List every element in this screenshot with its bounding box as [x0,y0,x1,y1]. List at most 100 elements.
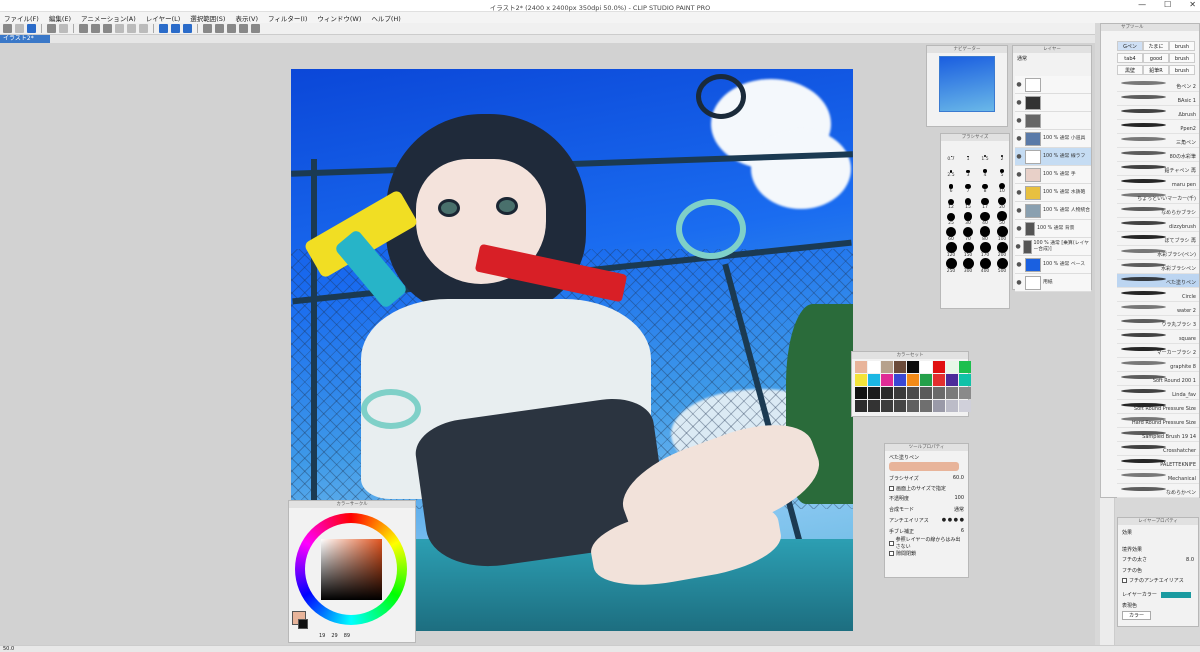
brush-item[interactable]: 水彩ブラシ(ペン) [1117,246,1199,260]
color-swatch[interactable] [855,387,867,399]
brush-size-option[interactable]: 250 [943,258,959,274]
brush-size-value[interactable]: 60.0 [953,475,964,481]
brush-size-option[interactable]: 100 [994,226,1010,242]
subtool-tab[interactable]: 鉛筆R [1143,65,1169,75]
layer-row[interactable]: ● 100 % 通常 ベース [1015,256,1091,274]
erase-icon[interactable] [79,24,88,33]
color-swatch[interactable] [894,361,906,373]
color-swatch[interactable] [933,374,945,386]
menu-layer[interactable]: レイヤー(L) [146,13,181,23]
brush-item[interactable]: Circle [1117,288,1199,302]
visibility-icon[interactable]: ● [1015,81,1023,89]
color-swatch[interactable] [946,387,958,399]
brush-size-option[interactable]: 1.5 [977,146,993,162]
brush-item[interactable]: Soft Round 200 1 [1117,372,1199,386]
maximize-button[interactable]: ☐ [1164,0,1171,9]
color-swatch[interactable] [933,361,945,373]
layer-tool-icon[interactable] [203,24,212,33]
brush-size-option[interactable]: 2.5 [943,162,959,178]
subtool-tab[interactable]: brush [1169,53,1195,63]
brush-size-option[interactable]: 500 [994,258,1010,274]
brush-size-option[interactable]: 7 [960,178,976,194]
brush-item[interactable]: water 2 [1117,302,1199,316]
clear-outside-icon[interactable] [91,24,100,33]
color-swatch[interactable] [920,400,932,412]
brush-size-option[interactable]: 150 [960,242,976,258]
fill-icon[interactable] [103,24,112,33]
layer-row[interactable]: ● [1015,112,1091,130]
snap-grid-icon[interactable] [183,24,192,33]
brush-size-option[interactable]: 60 [943,226,959,242]
visibility-icon[interactable]: ● [1015,135,1023,143]
brush-item[interactable]: Hard Round Pressure Size [1117,414,1199,428]
visibility-icon[interactable]: ● [1015,225,1023,233]
visibility-icon[interactable]: ● [1015,279,1023,287]
save-icon[interactable] [27,24,36,33]
brush-size-option[interactable]: 30 [960,210,976,226]
minimize-button[interactable]: — [1138,0,1146,9]
menu-edit[interactable]: 編集(E) [49,13,71,23]
brush-size-option[interactable]: 3 [960,162,976,178]
brush-item[interactable]: ウラ丸ブラシ 3 [1117,316,1199,330]
record-icon[interactable] [239,24,248,33]
invert-selection-icon[interactable] [139,24,148,33]
color-swatch[interactable] [920,361,932,373]
brush-item[interactable]: 80の水彩筆 [1117,148,1199,162]
brush-size-option[interactable]: 25 [943,210,959,226]
color-swatch[interactable] [881,361,893,373]
color-swatch[interactable] [920,374,932,386]
brush-item[interactable]: なめらかブラシ [1117,204,1199,218]
brush-size-option[interactable]: 40 [977,210,993,226]
layer-row[interactable]: ● 100 % 通常 人物統合 [1015,202,1091,220]
menu-file[interactable]: ファイル(F) [4,13,39,23]
color-swatch[interactable] [920,387,932,399]
visibility-icon[interactable]: ● [1015,153,1023,161]
layer-row[interactable]: ● 100 % 通常 小道具 [1015,130,1091,148]
layer-row[interactable]: ● 100 % 通常 [乗算(レイヤー合成)] [1015,238,1091,256]
stabilization-value[interactable]: 6 [961,528,964,534]
brush-size-option[interactable]: 5 [994,162,1010,178]
open-file-icon[interactable] [15,24,24,33]
color-swatch[interactable] [907,361,919,373]
brush-item[interactable]: Mechanical [1117,470,1199,484]
color-swatch[interactable] [907,400,919,412]
visibility-icon[interactable]: ● [1015,243,1021,251]
brush-item[interactable]: Linda_fav [1117,386,1199,400]
border-width-value[interactable]: 8.0 [1186,557,1194,563]
subtool-tab[interactable]: Gペン [1117,41,1143,51]
brush-item[interactable]: 色ペン 2 [1117,78,1199,92]
gap-close-checkbox[interactable] [889,550,894,556]
brush-size-option[interactable]: 17 [977,194,993,210]
color-swatch[interactable] [933,387,945,399]
blend-mode-select[interactable]: 通常 [1017,55,1027,62]
color-swatch[interactable] [959,374,971,386]
document-tab[interactable]: イラスト2* [0,35,50,43]
layer-color-swatch[interactable] [1160,591,1191,598]
undo-icon[interactable] [47,24,56,33]
brush-size-option[interactable]: 10 [994,178,1010,194]
brush-item[interactable]: dizzybrush [1117,218,1199,232]
screen-size-checkbox[interactable] [889,485,894,491]
color-swatch[interactable] [946,361,958,373]
color-swatch[interactable] [881,374,893,386]
brush-size-option[interactable]: 12 [943,194,959,210]
color-swatch[interactable] [959,400,971,412]
menu-animation[interactable]: アニメーション(A) [81,13,136,23]
brush-size-option[interactable]: 8 [977,178,993,194]
color-swatch[interactable] [868,374,880,386]
color-swatch[interactable] [881,400,893,412]
layer-row[interactable]: ● 100 % 通常 背景 [1015,220,1091,238]
brush-item[interactable]: Sampled Brush 19 14 [1117,428,1199,442]
color-swatch[interactable] [894,374,906,386]
menu-filter[interactable]: フィルター(I) [268,13,307,23]
brush-item[interactable]: Crosshatcher [1117,442,1199,456]
opacity-value[interactable]: 100 [954,495,964,501]
brush-item[interactable]: BAsic 1 [1117,92,1199,106]
layer-row[interactable]: ● [1015,94,1091,112]
color-swatch[interactable] [868,400,880,412]
saturation-value[interactable]: 29 [331,633,337,639]
sub-color-swatch[interactable] [298,619,308,629]
brush-item[interactable]: graphite 8 [1117,358,1199,372]
color-swatch[interactable] [868,387,880,399]
color-swatch[interactable] [894,387,906,399]
